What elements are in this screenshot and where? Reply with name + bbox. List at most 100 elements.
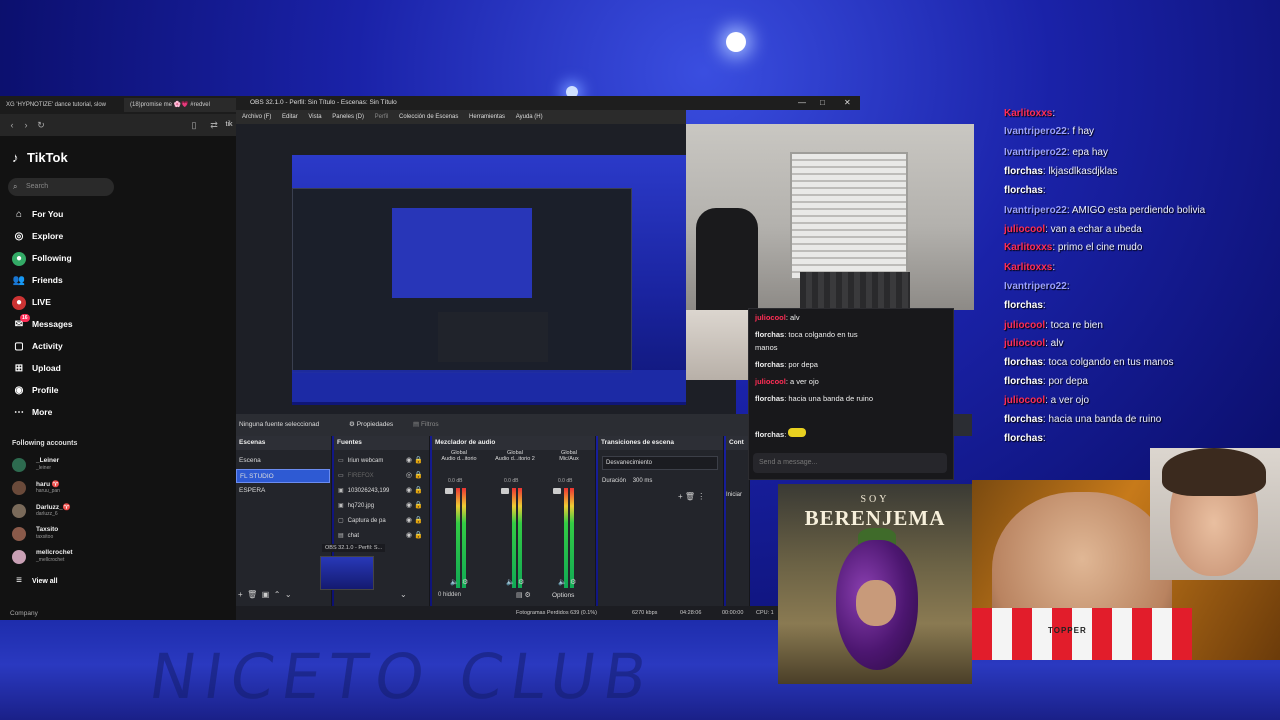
eye-icon[interactable]: ◉	[406, 499, 412, 513]
followed-account[interactable]: haru ♈ haruu_pan	[12, 479, 132, 499]
properties-button[interactable]: ⚙ Propiedades	[349, 421, 393, 428]
speaker-icon[interactable]: 🔈	[450, 578, 459, 586]
scene-item[interactable]: ESPERA	[236, 484, 330, 498]
menu-coleccion-escenas[interactable]: Colección de Escenas	[399, 114, 458, 120]
chat-user[interactable]: florchas	[755, 360, 784, 369]
chat-user[interactable]: juliocool	[755, 313, 786, 322]
nav-upload[interactable]: ⊞ Upload	[12, 360, 61, 376]
eye-icon[interactable]: ◉	[406, 484, 412, 498]
chat-text: : a ver ojo	[785, 377, 819, 386]
menu-archivo[interactable]: Archivo (F)	[242, 114, 271, 120]
source-item[interactable]: ▤ chat ◉ 🔒	[334, 529, 428, 543]
chat-user[interactable]: juliocool	[755, 377, 786, 386]
speaker-icon[interactable]: 🔈	[506, 578, 515, 586]
duration-value[interactable]: 300 ms	[633, 478, 653, 484]
chat-user[interactable]: florchas	[755, 394, 784, 403]
source-item[interactable]: ▣ hq720.jpg ◉ 🔒	[334, 499, 428, 513]
add-transition-icon[interactable]: + 🗑 ⋮	[678, 492, 705, 501]
followed-account[interactable]: mellcrochet _mellcrochet	[12, 548, 132, 568]
maximize-icon[interactable]: □	[820, 96, 825, 110]
gear-icon[interactable]: ⚙	[570, 578, 576, 586]
view-all-link[interactable]: ≡ View all	[12, 574, 57, 590]
add-icon[interactable]: +	[238, 590, 243, 599]
chevron-up-icon[interactable]: ⌃	[274, 590, 281, 599]
source-item[interactable]: ▢ Captura de pa ◉ 🔒	[334, 514, 428, 528]
sources-title: Fuentes	[334, 436, 429, 450]
menu-perfil[interactable]: Perfil	[375, 114, 389, 120]
options-button[interactable]: Options	[552, 592, 574, 599]
lock-icon[interactable]: 🔒	[414, 469, 423, 483]
address-bar[interactable]: tik	[222, 119, 236, 131]
menu-vista[interactable]: Vista	[308, 114, 321, 120]
controls-title: Cont	[726, 436, 749, 450]
account-name: haru ♈	[36, 481, 60, 488]
menu-paneles[interactable]: Paneles (D)	[332, 114, 364, 120]
tiktok-logo[interactable]: ♪ TikTok	[12, 150, 68, 165]
menu-editar[interactable]: Editar	[282, 114, 298, 120]
menu-herramientas[interactable]: Herramientas	[469, 114, 505, 120]
channel-label[interactable]: Mic/Aux	[542, 456, 596, 462]
transition-select[interactable]: Desvanecimiento	[602, 456, 718, 470]
nav-live[interactable]: ● LIVE	[12, 294, 51, 310]
eye-icon[interactable]: ◎	[406, 469, 412, 483]
speaker-icon[interactable]: 🔈	[558, 578, 567, 586]
chat-user[interactable]: florchas	[755, 430, 784, 439]
lock-icon[interactable]: 🔒	[414, 514, 423, 528]
nav-activity[interactable]: ▢ Activity	[12, 338, 62, 354]
channel-label[interactable]: Audio d...itorio	[432, 456, 486, 462]
chevron-down-icon[interactable]: ⌄	[285, 590, 292, 599]
source-item[interactable]: ▭ Iriun webcam ◉ 🔒	[334, 454, 428, 468]
filters-button[interactable]: ▤ Filtros	[413, 421, 439, 428]
followed-account[interactable]: Darluzz_♈ darluzz_6	[12, 502, 132, 522]
minimize-icon[interactable]: —	[798, 96, 806, 110]
bookmark-icon[interactable]: ▯	[188, 119, 200, 131]
search-input[interactable]: ⌕ Search	[8, 178, 114, 196]
scene-item[interactable]: Escena	[236, 454, 330, 468]
close-icon[interactable]: ✕	[844, 96, 851, 110]
source-item[interactable]: ▭ FIREFOX ◎ 🔒	[334, 469, 428, 483]
chevron-down-icon[interactable]: ⌄	[400, 590, 407, 599]
source-name: chat	[347, 533, 360, 539]
channel-label[interactable]: Audio d...itorio 2	[488, 456, 542, 462]
footer-company-link[interactable]: Company	[10, 610, 38, 617]
tab-list-icon[interactable]: ⇄	[208, 119, 220, 131]
back-icon[interactable]: ‹	[6, 119, 18, 131]
volume-fader[interactable]	[501, 488, 509, 494]
source-item[interactable]: ▣ 103026243,199 ◉ 🔒	[334, 484, 428, 498]
overlay-chat-text: : alv	[1045, 338, 1064, 349]
chat-input[interactable]: Send a message...	[753, 453, 947, 473]
nav-more[interactable]: ⋯ More	[12, 404, 52, 420]
gear-icon[interactable]: ⚙	[462, 578, 468, 586]
lock-icon[interactable]: 🔒	[414, 484, 423, 498]
scene-item-selected[interactable]: FL STUDIO	[236, 469, 330, 483]
lock-icon[interactable]: 🔒	[414, 454, 423, 468]
nav-messages[interactable]: ✉ 16 Messages	[12, 313, 73, 332]
start-stream-button[interactable]: Iniciar	[726, 492, 742, 498]
eye-icon[interactable]: ◉	[406, 514, 412, 528]
gear-icon[interactable]: ⚙	[518, 578, 524, 586]
browser-tab[interactable]: XG 'HYPNOTIZE' dance tutorial, slow	[0, 98, 122, 112]
volume-fader[interactable]	[553, 488, 561, 494]
chat-user[interactable]: florchas	[755, 330, 784, 339]
nav-for-you[interactable]: ⌂ For You	[12, 206, 63, 222]
lock-icon[interactable]: 🔒	[414, 499, 423, 513]
overlay-chat-text: : toca re bien	[1045, 320, 1103, 331]
trash-icon[interactable]: 🗑	[247, 590, 257, 599]
eye-icon[interactable]: ◉	[406, 454, 412, 468]
reload-icon[interactable]: ↻	[35, 119, 47, 131]
browser-tab-active[interactable]: (18)promise me 🌸💗 #redvel	[124, 98, 236, 112]
filter-icon[interactable]: ▣	[262, 590, 270, 599]
menu-ayuda[interactable]: Ayuda (H)	[516, 114, 543, 120]
webcam-small-feed	[686, 310, 748, 380]
followed-account[interactable]: _Leiner _leiner	[12, 456, 132, 476]
followed-account[interactable]: Taxsito taxsitoo	[12, 525, 132, 545]
mixer-menu-icon[interactable]: ▤ ⚙	[516, 591, 531, 599]
nav-following[interactable]: ● Following	[12, 250, 72, 266]
lock-icon[interactable]: 🔒	[414, 529, 423, 543]
nav-explore[interactable]: ◎ Explore	[12, 228, 64, 244]
nav-friends[interactable]: 👥 Friends	[12, 272, 63, 288]
eye-icon[interactable]: ◉	[406, 529, 412, 543]
volume-fader[interactable]	[445, 488, 453, 494]
forward-icon[interactable]: ›	[20, 119, 32, 131]
nav-profile[interactable]: ◉ Profile	[12, 382, 59, 398]
